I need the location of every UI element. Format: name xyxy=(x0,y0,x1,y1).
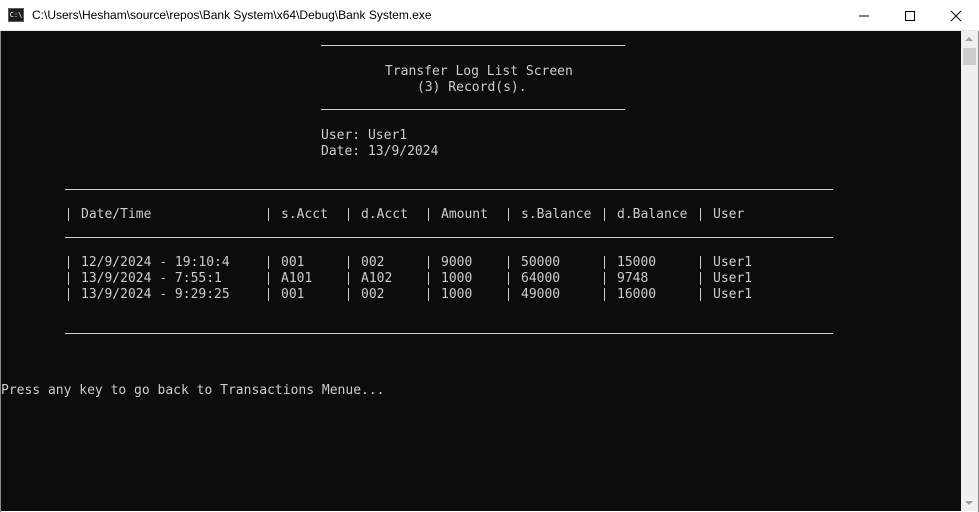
cell-destination-balance: 9748 xyxy=(617,271,649,286)
vertical-scrollbar[interactable] xyxy=(961,31,978,511)
cell-destination-account: 002 xyxy=(361,287,385,302)
table-rule-header xyxy=(65,237,833,238)
record-count: (3) Record(s). xyxy=(417,80,527,95)
cell-amount: 9000 xyxy=(441,255,473,270)
cell-destination-balance: 16000 xyxy=(617,287,657,302)
user-line: User: User1 xyxy=(321,128,408,143)
column-separator xyxy=(68,288,69,301)
column-separator xyxy=(508,272,509,285)
console-app-icon[interactable]: C:\ xyxy=(8,8,24,22)
column-separator xyxy=(268,208,269,221)
column-header: User xyxy=(713,207,745,222)
minimize-icon xyxy=(859,15,869,17)
column-separator xyxy=(268,288,269,301)
cell-source-balance: 50000 xyxy=(521,255,561,270)
screen-title: Transfer Log List Screen xyxy=(385,64,573,79)
column-header: d.Balance xyxy=(617,207,688,222)
column-separator xyxy=(428,256,429,269)
cell-user: User1 xyxy=(713,271,753,286)
column-header: s.Acct xyxy=(281,207,328,222)
window-title: C:\Users\Hesham\source\repos\Bank System… xyxy=(32,8,432,22)
table-rule-top xyxy=(65,189,833,190)
console-output[interactable]: Transfer Log List Screen (3) Record(s). … xyxy=(1,31,961,511)
column-header: d.Acct xyxy=(361,207,408,222)
cell-amount: 1000 xyxy=(441,287,473,302)
cell-destination-account: 002 xyxy=(361,255,385,270)
cell-source-balance: 64000 xyxy=(521,271,561,286)
cell-destination-balance: 15000 xyxy=(617,255,657,270)
column-separator xyxy=(268,272,269,285)
column-separator xyxy=(604,256,605,269)
column-separator xyxy=(68,256,69,269)
column-separator xyxy=(348,208,349,221)
scroll-up-arrow-icon[interactable] xyxy=(965,37,973,41)
header-rule-bottom xyxy=(321,109,625,110)
column-separator xyxy=(508,208,509,221)
cell-source-balance: 49000 xyxy=(521,287,561,302)
column-header: s.Balance xyxy=(521,207,592,222)
close-button[interactable] xyxy=(933,0,979,31)
cell-source-account: 001 xyxy=(281,255,305,270)
maximize-icon xyxy=(905,11,915,21)
column-separator xyxy=(700,288,701,301)
column-separator xyxy=(508,288,509,301)
cell-destination-account: A102 xyxy=(361,271,393,286)
title-bar[interactable]: C:\ C:\Users\Hesham\source\repos\Bank Sy… xyxy=(0,0,979,31)
close-icon xyxy=(950,10,962,22)
column-separator xyxy=(428,272,429,285)
table-rule-bottom xyxy=(65,333,833,334)
column-separator xyxy=(508,256,509,269)
cell-source-account: A101 xyxy=(281,271,313,286)
column-separator xyxy=(348,256,349,269)
cell-user: User1 xyxy=(713,255,753,270)
column-header: Date/Time xyxy=(81,207,152,222)
column-separator xyxy=(268,256,269,269)
cell-amount: 1000 xyxy=(441,271,473,286)
minimize-button[interactable] xyxy=(841,0,887,31)
header-rule-top xyxy=(321,45,625,46)
scroll-down-arrow-icon[interactable] xyxy=(965,501,973,505)
column-separator xyxy=(348,272,349,285)
maximize-button[interactable] xyxy=(887,0,933,31)
cell-datetime: 12/9/2024 - 19:10:4 xyxy=(81,255,230,270)
cell-datetime: 13/9/2024 - 9:29:25 xyxy=(81,287,230,302)
column-separator xyxy=(348,288,349,301)
column-separator xyxy=(68,272,69,285)
column-separator xyxy=(604,272,605,285)
column-separator xyxy=(604,208,605,221)
column-separator xyxy=(700,256,701,269)
column-separator xyxy=(68,208,69,221)
column-separator xyxy=(604,288,605,301)
scroll-thumb[interactable] xyxy=(963,48,976,65)
column-header: Amount xyxy=(441,207,488,222)
column-separator xyxy=(428,288,429,301)
column-separator xyxy=(700,272,701,285)
column-separator xyxy=(700,208,701,221)
cell-datetime: 13/9/2024 - 7:55:1 xyxy=(81,271,222,286)
column-separator xyxy=(428,208,429,221)
cell-user: User1 xyxy=(713,287,753,302)
date-line: Date: 13/9/2024 xyxy=(321,144,439,159)
cell-source-account: 001 xyxy=(281,287,305,302)
footer-prompt: Press any key to go back to Transactions… xyxy=(1,383,385,398)
